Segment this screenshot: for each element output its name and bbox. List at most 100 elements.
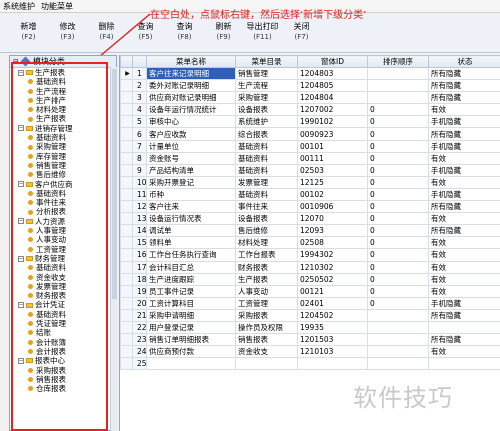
column-header[interactable]: 排序顺序 xyxy=(367,55,429,68)
cell-status[interactable]: 所有隐藏 xyxy=(428,333,500,347)
table-row[interactable]: 9 产品结构清单 基础资料 02503 0 手机隐藏 xyxy=(120,163,500,177)
cell-name[interactable]: 采购开票登记 xyxy=(146,175,236,189)
cell-status[interactable]: 手机隐藏 xyxy=(428,163,500,177)
cell-formid[interactable]: 0250502 xyxy=(297,272,368,286)
cell-order[interactable] xyxy=(367,66,429,81)
cell-dir[interactable]: 人事变动 xyxy=(235,284,298,298)
cell-status[interactable]: 有效 xyxy=(428,236,500,250)
column-header[interactable]: 菜单目录 xyxy=(235,55,298,68)
table-row[interactable]: 13 设备运行情况表 设备报表 12070 0 有效 xyxy=(120,212,500,226)
cell-formid[interactable]: 12125 xyxy=(297,175,368,189)
column-header[interactable] xyxy=(120,55,133,68)
cell-formid[interactable]: 12070 xyxy=(297,212,368,226)
cell-status[interactable]: 所有隐藏 xyxy=(428,224,500,238)
cell-formid[interactable]: 02401 xyxy=(297,296,368,310)
cell-dir[interactable]: 生产流程 xyxy=(235,79,298,93)
cell-status[interactable]: 有效 xyxy=(428,272,500,286)
cell-name[interactable]: 资金账号 xyxy=(146,151,236,165)
cell-status[interactable]: 所有隐藏 xyxy=(428,79,500,93)
cell-status[interactable]: 手机隐藏 xyxy=(428,139,500,153)
cell-status[interactable] xyxy=(428,320,500,335)
cell-name[interactable]: 客户应收款 xyxy=(146,127,236,141)
table-row[interactable]: 20 工资计算科目 工资管理 02401 0 手机隐藏 xyxy=(120,296,500,310)
cell-dir[interactable]: 工资管理 xyxy=(235,296,298,310)
cell-formid[interactable] xyxy=(297,357,368,371)
cell-status[interactable]: 有效 xyxy=(428,248,500,262)
cell-order[interactable] xyxy=(367,79,429,93)
cell-order[interactable]: 0 xyxy=(367,175,429,189)
cell-status[interactable]: 有效 xyxy=(428,284,500,298)
table-row[interactable]: 12 客户往来 事件往来 0010906 0 所有隐藏 xyxy=(120,200,500,214)
cell-dir[interactable]: 工作台报表 xyxy=(235,248,298,262)
cell-status[interactable]: 所有隐藏 xyxy=(428,66,500,81)
cell-name[interactable]: 币种 xyxy=(146,187,236,202)
cell-formid[interactable]: 0010906 xyxy=(297,200,368,214)
cell-name[interactable]: 客户往来 xyxy=(146,200,236,214)
cell-formid[interactable]: 00121 xyxy=(297,284,368,298)
cell-formid[interactable]: 02508 xyxy=(297,236,368,250)
cell-formid[interactable]: 1990102 xyxy=(297,115,368,129)
cell-dir[interactable]: 设备报表 xyxy=(235,212,298,226)
cell-order[interactable] xyxy=(367,357,429,371)
cell-dir[interactable]: 设备报表 xyxy=(235,103,298,117)
table-row[interactable]: 24 供应商预付款 资金收支 1210103 有效 xyxy=(120,345,500,359)
table-row[interactable]: 14 调试单 售后维修 12093 0 所有隐藏 xyxy=(120,224,500,238)
cell-formid[interactable]: 1204804 xyxy=(297,91,368,105)
cell-order[interactable]: 0 xyxy=(367,260,429,274)
cell-name[interactable] xyxy=(146,357,236,371)
scrollbar-thumb[interactable] xyxy=(112,69,117,299)
cell-dir[interactable]: 销售报表 xyxy=(235,333,298,347)
cell-status[interactable]: 有效 xyxy=(428,175,500,189)
cell-name[interactable]: 员工事件记录 xyxy=(146,284,236,298)
cell-formid[interactable]: 1201503 xyxy=(297,333,368,347)
cell-formid[interactable]: 00111 xyxy=(297,151,368,165)
table-row[interactable]: 4 设备年运行情况统计 设备报表 1207002 0 有效 xyxy=(120,103,500,117)
cell-dir[interactable]: 基础资料 xyxy=(235,139,298,153)
cell-order[interactable]: 0 xyxy=(367,296,429,310)
cell-dir[interactable]: 系统维护 xyxy=(235,115,298,129)
table-row[interactable]: 11 币种 基础资料 00102 0 手机隐藏 xyxy=(120,187,500,202)
cell-formid[interactable]: 02503 xyxy=(297,163,368,177)
table-row[interactable]: 16 工作台任务执行查询 工作台报表 1994302 0 有效 xyxy=(120,248,500,262)
cell-formid[interactable]: 1210302 xyxy=(297,260,368,274)
cell-order[interactable] xyxy=(367,333,429,347)
cell-order[interactable]: 0 xyxy=(367,103,429,117)
cell-dir[interactable]: 基础资料 xyxy=(235,163,298,177)
table-row[interactable]: 8 资金账号 基础资料 00111 0 有效 xyxy=(120,151,500,165)
cell-dir[interactable]: 发票管理 xyxy=(235,175,298,189)
cell-status[interactable] xyxy=(428,357,500,371)
cell-formid[interactable]: 1204502 xyxy=(297,308,368,322)
table-row[interactable]: 21 采购申请明细 采购报表 1204502 所有隐藏 xyxy=(120,308,500,322)
cell-status[interactable]: 有效 xyxy=(428,260,500,274)
table-row[interactable]: 15 领料单 材料处理 02508 0 有效 xyxy=(120,236,500,250)
cell-order[interactable] xyxy=(367,91,429,105)
cell-name[interactable]: 销售订单明细报表 xyxy=(146,333,236,347)
cell-name[interactable]: 设备年运行情况统计 xyxy=(146,103,236,117)
cell-dir[interactable]: 销售管理 xyxy=(235,66,298,81)
cell-formid[interactable]: 1204805 xyxy=(297,79,368,93)
cell-name[interactable]: 采购申请明细 xyxy=(146,308,236,322)
cell-dir[interactable]: 采购管理 xyxy=(235,91,298,105)
cell-dir[interactable]: 售后维修 xyxy=(235,224,298,238)
cell-status[interactable]: 所有隐藏 xyxy=(428,200,500,214)
cell-name[interactable]: 调试单 xyxy=(146,224,236,238)
cell-order[interactable] xyxy=(367,320,429,335)
cell-status[interactable]: 手机隐藏 xyxy=(428,296,500,310)
cell-order[interactable]: 0 xyxy=(367,151,429,165)
table-row[interactable]: 25 xyxy=(120,357,500,371)
cell-dir[interactable]: 事件往来 xyxy=(235,200,298,214)
cell-dir[interactable]: 资金收支 xyxy=(235,345,298,359)
cell-status[interactable]: 所有隐藏 xyxy=(428,91,500,105)
table-row[interactable]: ▶ 1 客户往来记录明细 销售管理 1204803 所有隐藏 xyxy=(120,66,500,81)
cell-order[interactable]: 0 xyxy=(367,139,429,153)
cell-order[interactable] xyxy=(367,345,429,359)
cell-order[interactable] xyxy=(367,308,429,322)
table-row[interactable]: 5 审核中心 系统维护 1990102 0 手机隐藏 xyxy=(120,115,500,129)
cell-status[interactable]: 有效 xyxy=(428,151,500,165)
column-header[interactable] xyxy=(132,55,147,68)
table-row[interactable]: 2 委外对账记录明细 生产流程 1204805 所有隐藏 xyxy=(120,79,500,93)
cell-name[interactable]: 产品结构清单 xyxy=(146,163,236,177)
cell-formid[interactable]: 1207002 xyxy=(297,103,368,117)
cell-dir[interactable]: 材料处理 xyxy=(235,236,298,250)
cell-formid[interactable]: 1210103 xyxy=(297,345,368,359)
